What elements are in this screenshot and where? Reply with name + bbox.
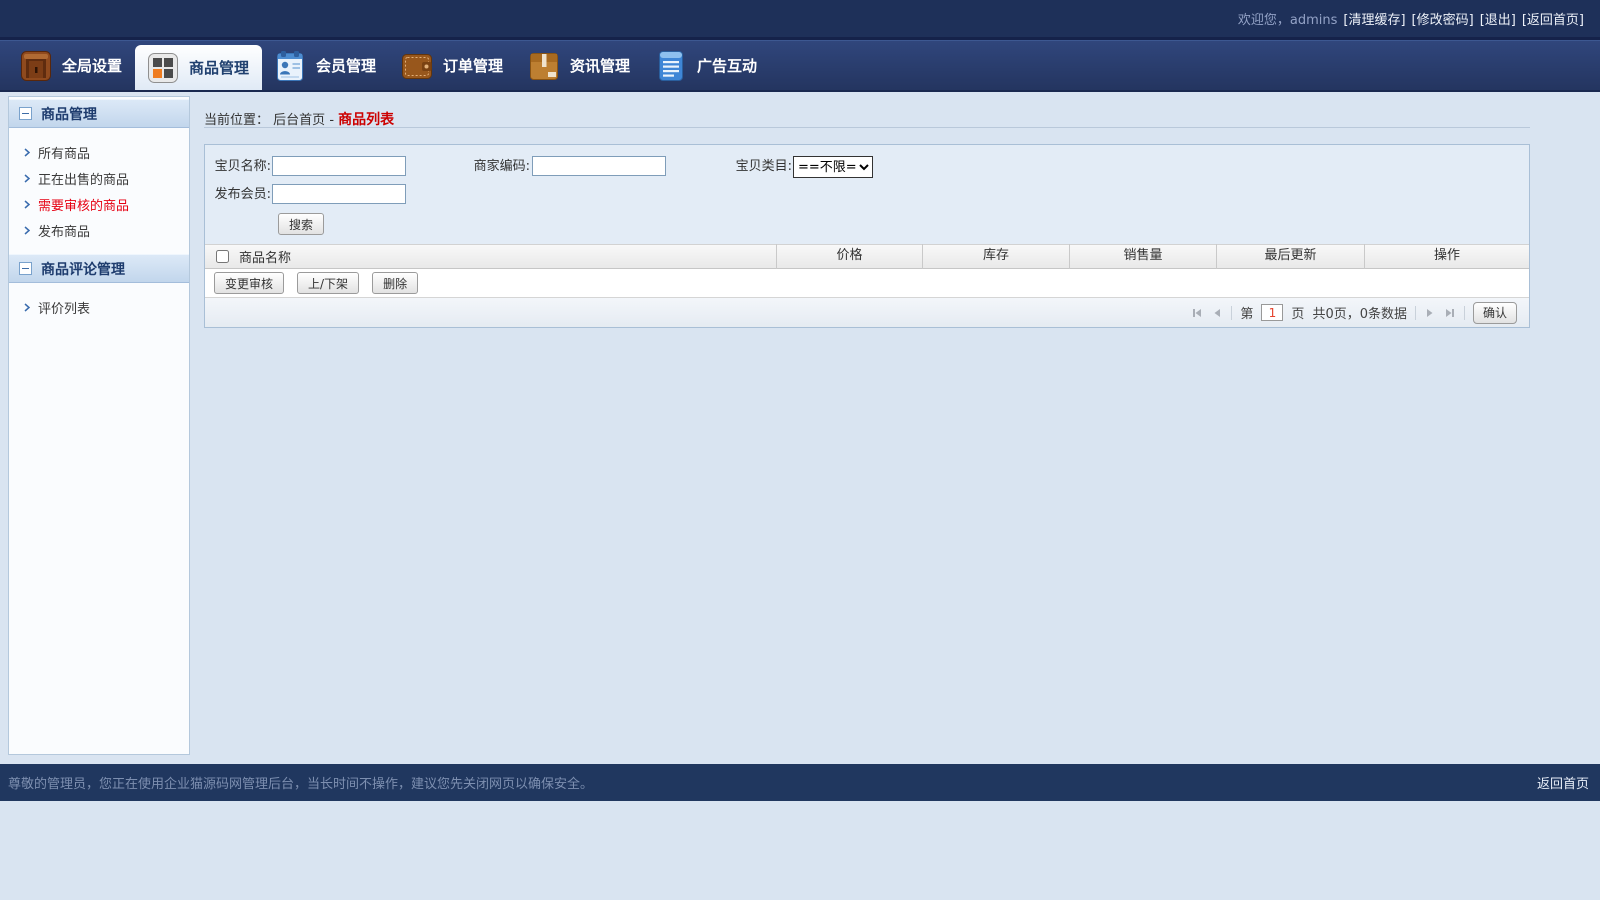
last-page-icon[interactable] [1444,307,1456,319]
sidebar-item-publish-product[interactable]: 发布商品 [9,217,189,243]
tab-label: 会员管理 [316,55,376,76]
pagination-summary: 共0页，0条数据 [1312,303,1407,322]
sidebar-item-label: 需要审核的商品 [38,195,129,214]
collapse-minus-icon[interactable] [19,262,32,275]
delete-button[interactable]: 删除 [372,272,418,294]
table-header: 商品名称 价格 库存 销售量 最后更新 操作 [205,244,1529,269]
product-name-label: 宝贝名称: [211,156,271,178]
column-price: 价格 [776,244,922,269]
sidebar-item-label: 正在出售的商品 [38,169,129,188]
select-all-checkbox[interactable] [216,250,229,263]
chevron-right-icon [24,200,30,209]
package-icon [527,49,561,83]
breadcrumb-prefix: 当前位置： [204,113,269,128]
chevron-right-icon [24,303,30,312]
sidebar-item-all-products[interactable]: 所有商品 [9,139,189,165]
previous-page-icon[interactable] [1211,307,1223,319]
sidebar-item-label: 评价列表 [38,298,90,317]
publisher-input[interactable] [272,184,406,204]
column-last-updated: 最后更新 [1216,244,1364,269]
wallet-icon [400,49,434,83]
category-label: 宝贝类目: [732,156,792,178]
product-name-input[interactable] [272,156,406,176]
tab-ad-interaction[interactable]: 广告互动 [643,41,770,90]
pagination-bar: 第 页 共0页，0条数据 确认 [205,298,1529,327]
tab-global-settings[interactable]: 全局设置 [8,41,135,90]
pagination-divider [1231,306,1232,320]
logout-link[interactable]: [退出] [1480,9,1516,28]
tab-member-management[interactable]: 会员管理 [262,41,389,90]
page-title: 商品列表 [338,112,394,128]
sidebar-items-group: 所有商品 正在出售的商品 需要审核的商品 发布商品 [9,128,189,252]
bulk-actions-row: 变更审核 上/下架 删除 [205,269,1529,298]
breadcrumb-divider [204,127,1530,128]
topbar: 欢迎您，admins [清理缓存] [修改密码] [退出] [返回首页] [0,0,1600,40]
publisher-label: 发布会员: [211,184,271,206]
tab-label: 订单管理 [443,55,503,76]
sidebar: 商品管理 所有商品 正在出售的商品 需要审核的商品 发布商品 商品评论管理 评价… [8,96,190,755]
breadcrumb: 当前位置： 后台首页 - 商品列表 [204,92,1530,127]
clear-cache-link[interactable]: [清理缓存] [1343,9,1405,28]
notebook-icon [654,49,688,83]
cabinet-icon [19,49,53,83]
back-home-link[interactable]: [返回首页] [1522,9,1584,28]
footer: 尊敬的管理员，您正在使用企业猫源码网管理后台，当长时间不操作，建议您先关闭网页以… [0,764,1600,801]
change-review-button[interactable]: 变更审核 [214,272,284,294]
search-form: 宝贝名称: 商家编码: 宝贝类目: ==不限== 发布会员: 搜索 [205,145,1529,244]
column-stock: 库存 [922,244,1069,269]
sidebar-section-title: 商品评论管理 [41,259,125,279]
column-product-name: 商品名称 [239,247,776,266]
merchant-code-input[interactable] [532,156,666,176]
grid-icon [146,51,180,85]
category-select[interactable]: ==不限== [793,156,873,178]
merchant-code-label: 商家编码: [470,156,530,178]
sidebar-item-review-list[interactable]: 评价列表 [9,294,189,320]
tab-label: 资讯管理 [570,55,630,76]
main-nav: 全局设置 商品管理 会员管理 [0,40,1600,92]
breadcrumb-separator: - [329,113,334,128]
next-page-icon[interactable] [1424,307,1436,319]
pagination-divider [1464,306,1465,320]
pagination-divider [1415,306,1416,320]
tab-order-management[interactable]: 订单管理 [389,41,516,90]
page-suffix: 页 [1291,303,1304,322]
page-number-input[interactable] [1261,304,1283,321]
chevron-right-icon [24,148,30,157]
shelf-toggle-button[interactable]: 上/下架 [297,272,359,294]
change-password-link[interactable]: [修改密码] [1412,9,1474,28]
breadcrumb-home[interactable]: 后台首页 [273,113,325,128]
id-card-icon [273,49,307,83]
chevron-right-icon [24,174,30,183]
tab-label: 广告互动 [697,55,757,76]
welcome-text: 欢迎您，admins [1238,9,1338,28]
sidebar-section-product-management[interactable]: 商品管理 [9,99,189,128]
sidebar-item-pending-review-products[interactable]: 需要审核的商品 [9,191,189,217]
sidebar-section-product-comments[interactable]: 商品评论管理 [9,254,189,283]
sidebar-section-title: 商品管理 [41,104,97,124]
confirm-button[interactable]: 确认 [1473,302,1517,324]
tab-label: 全局设置 [62,55,122,76]
footer-back-home-link[interactable]: 返回首页 [1537,773,1589,792]
sidebar-items-group: 评价列表 [9,283,189,329]
select-all-cell [205,250,239,263]
sidebar-item-on-sale-products[interactable]: 正在出售的商品 [9,165,189,191]
product-list-panel: 宝贝名称: 商家编码: 宝贝类目: ==不限== 发布会员: 搜索 商品名称 价… [204,144,1530,328]
tab-label: 商品管理 [189,57,249,78]
footer-notice: 尊敬的管理员，您正在使用企业猫源码网管理后台，当长时间不操作，建议您先关闭网页以… [8,773,593,792]
collapse-minus-icon[interactable] [19,107,32,120]
tab-news-management[interactable]: 资讯管理 [516,41,643,90]
page-prefix: 第 [1240,303,1253,322]
column-sales: 销售量 [1069,244,1216,269]
chevron-right-icon [24,226,30,235]
column-operations: 操作 [1364,244,1529,269]
sidebar-item-label: 发布商品 [38,221,90,240]
main-content: 当前位置： 后台首页 - 商品列表 宝贝名称: 商家编码: 宝贝类目: ==不限… [204,92,1530,328]
tab-product-management[interactable]: 商品管理 [135,45,262,90]
search-button[interactable]: 搜索 [278,213,324,235]
sidebar-item-label: 所有商品 [38,143,90,162]
first-page-icon[interactable] [1191,307,1203,319]
